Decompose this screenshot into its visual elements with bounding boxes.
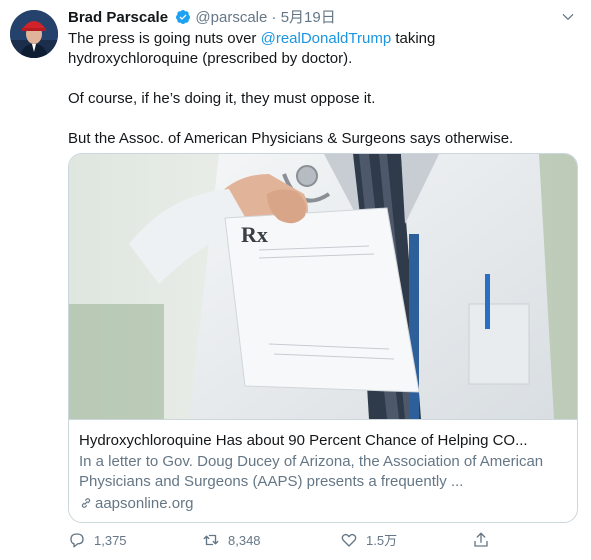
share-button[interactable] <box>472 531 498 551</box>
like-icon <box>341 533 357 547</box>
retweet-icon <box>203 534 219 546</box>
author-name[interactable]: Brad Parscale <box>68 9 168 26</box>
card-title[interactable]: Hydroxychloroquine Has about 90 Percent … <box>79 430 569 451</box>
doctor-prescription-image: Rx <box>69 154 577 419</box>
like-button[interactable]: 1.5万 <box>340 531 397 551</box>
tweet-text-para3: But the Assoc. of American Physicians & … <box>68 130 514 147</box>
tweet-text-line1-prefix: The press is going nuts over <box>68 30 261 47</box>
avatar[interactable] <box>10 10 58 58</box>
link-card[interactable]: Rx Hydroxychloroquine Has about 90 Perce… <box>68 153 578 523</box>
retweet-count: 8,348 <box>228 533 261 548</box>
verified-badge-icon <box>176 10 191 24</box>
rx-mark: Rx <box>241 222 268 247</box>
reply-button[interactable]: 1,375 <box>68 531 127 551</box>
link-icon <box>81 498 91 508</box>
tweet-header: Brad Parscale @parscale · 5月19日 <box>68 7 581 29</box>
card-domain-text: aapsonline.org <box>95 495 194 512</box>
mention-link[interactable]: @realDonaldTrump <box>261 30 392 47</box>
card-domain: aapsonline.org <box>79 494 193 514</box>
tweet-text-para2: Of course, if he’s doing it, they must o… <box>68 90 376 107</box>
tweet-date[interactable]: 5月19日 <box>281 9 336 26</box>
reply-icon <box>70 533 84 548</box>
tweet-text: The press is going nuts over @realDonald… <box>68 29 573 149</box>
tweet-actions: 1,375 8,348 1.5万 <box>68 528 573 554</box>
tweet-text-line1-suffix: taking <box>391 30 436 47</box>
like-count: 1.5万 <box>366 533 398 548</box>
card-description: In a letter to Gov. Doug Ducey of Arizon… <box>79 453 544 490</box>
card-info[interactable]: Hydroxychloroquine Has about 90 Percent … <box>69 419 577 522</box>
reply-count: 1,375 <box>94 533 127 548</box>
chevron-down-icon[interactable] <box>561 10 575 24</box>
tweet-text-line2: hydroxychloroquine (prescribed by doctor… <box>68 50 353 67</box>
card-image[interactable]: Rx <box>69 154 577 419</box>
avatar-image <box>10 10 58 58</box>
share-icon <box>474 532 488 547</box>
header-separator: · <box>271 9 277 26</box>
retweet-button[interactable]: 8,348 <box>202 531 261 551</box>
author-handle[interactable]: @parscale <box>195 9 267 26</box>
